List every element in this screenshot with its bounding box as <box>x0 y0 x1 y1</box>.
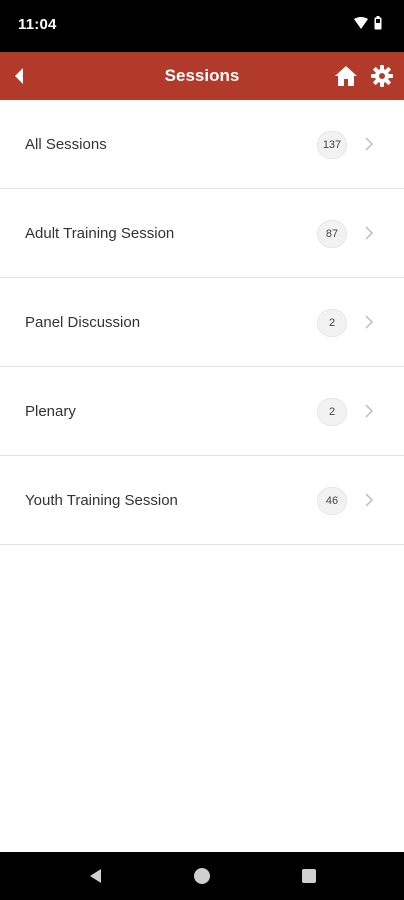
recents-square-icon[interactable] <box>299 866 319 886</box>
sessions-list: All Sessions 137 Adult Training Session … <box>0 100 404 545</box>
count-badge: 137 <box>317 131 347 159</box>
list-item-label: All Sessions <box>25 136 107 153</box>
list-item-label: Adult Training Session <box>25 225 175 242</box>
back-triangle-icon[interactable] <box>86 866 106 886</box>
system-nav-bar <box>0 852 404 900</box>
list-item-label: Youth Training Session <box>25 492 178 509</box>
list-item-adult-training-session[interactable]: Adult Training Session 87 <box>0 189 404 278</box>
count-badge: 2 <box>317 398 347 426</box>
count-badge: 2 <box>317 309 347 337</box>
chevron-right-icon <box>365 493 374 507</box>
status-icons <box>354 16 382 30</box>
app-bar: Sessions <box>0 52 404 100</box>
chevron-right-icon <box>365 137 374 151</box>
list-item-youth-training-session[interactable]: Youth Training Session 46 <box>0 456 404 545</box>
status-time: 11:04 <box>18 16 57 33</box>
status-bar: 11:04 <box>0 0 404 52</box>
list-item-panel-discussion[interactable]: Panel Discussion 2 <box>0 278 404 367</box>
home-icon[interactable] <box>334 64 358 88</box>
list-item-plenary[interactable]: Plenary 2 <box>0 367 404 456</box>
chevron-right-icon <box>365 404 374 418</box>
gear-icon[interactable] <box>370 64 394 88</box>
list-item-label: Plenary <box>25 403 76 420</box>
battery-icon <box>374 16 382 30</box>
chevron-right-icon <box>365 226 374 240</box>
wifi-icon <box>354 17 368 29</box>
list-item-all-sessions[interactable]: All Sessions 137 <box>0 100 404 189</box>
list-item-label: Panel Discussion <box>25 314 141 331</box>
count-badge: 46 <box>317 487 347 515</box>
count-badge: 87 <box>317 220 347 248</box>
chevron-right-icon <box>365 315 374 329</box>
home-circle-icon[interactable] <box>192 866 212 886</box>
